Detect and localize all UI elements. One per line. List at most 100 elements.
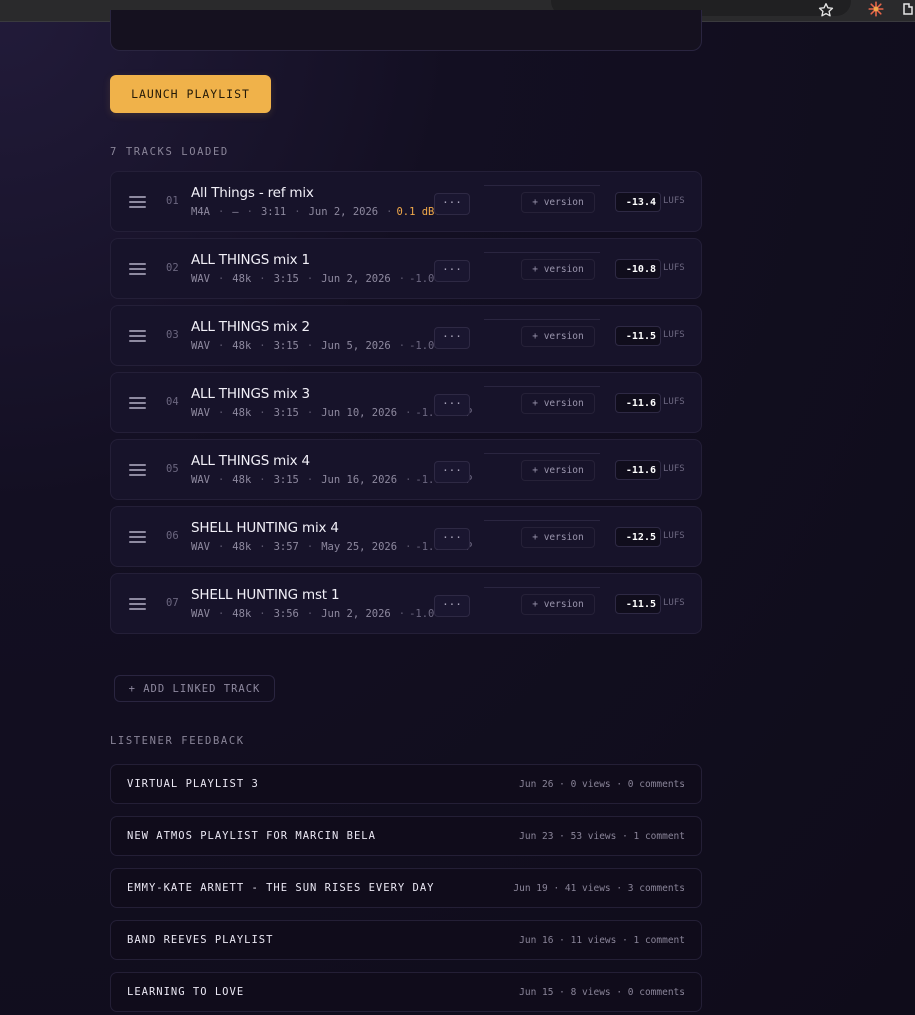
track-date: May 25, 2026: [321, 541, 398, 553]
add-version-button[interactable]: + version: [521, 259, 595, 280]
meta-separator: ·: [398, 340, 406, 352]
track-number: 07: [166, 597, 179, 609]
drag-handle-icon[interactable]: [129, 263, 146, 275]
more-options-button[interactable]: ...: [434, 260, 470, 282]
feedback-list: VIRTUAL PLAYLIST 3 Jun 26 · 0 views · 0 …: [110, 764, 702, 1015]
more-options-button[interactable]: ...: [434, 327, 470, 349]
track-format: WAV: [191, 608, 210, 620]
add-version-button[interactable]: + version: [521, 460, 595, 481]
add-version-button[interactable]: + version: [521, 594, 595, 615]
meta-separator: ·: [306, 407, 314, 419]
meta-separator: ·: [217, 608, 225, 620]
meta-separator: ·: [259, 541, 266, 553]
track-sample-rate: 48k: [232, 541, 252, 553]
track-row[interactable]: 05 ALL THINGS mix 4 WAV · 48k · 3:15 · J…: [110, 439, 702, 500]
track-number: 01: [166, 195, 179, 207]
puzzle-icon[interactable]: [900, 0, 915, 18]
track-format: WAV: [191, 474, 210, 486]
version-divider: [484, 520, 600, 521]
more-options-button[interactable]: ...: [434, 394, 470, 416]
lufs-value: -11.6: [615, 460, 661, 480]
drag-handle-icon[interactable]: [129, 330, 146, 342]
track-duration: 3:15: [273, 474, 299, 486]
feedback-row[interactable]: BAND REEVES PLAYLIST Jun 16 · 11 views ·…: [110, 920, 702, 960]
star-outline-icon[interactable]: [817, 1, 835, 19]
lufs-unit: LUFS: [663, 464, 685, 474]
add-version-button[interactable]: + version: [521, 326, 595, 347]
sunburst-icon[interactable]: [866, 0, 886, 18]
more-options-button[interactable]: ...: [434, 528, 470, 550]
drag-handle-icon[interactable]: [129, 598, 146, 610]
lufs-value: -11.5: [615, 326, 661, 346]
track-row[interactable]: 02 ALL THINGS mix 1 WAV · 48k · 3:15 · J…: [110, 238, 702, 299]
track-meta: WAV · 48k · 3:57 · May 25, 2026 · -1.0 d…: [191, 541, 472, 553]
meta-separator: ·: [217, 541, 225, 553]
feedback-row[interactable]: LEARNING TO LOVE Jun 15 · 8 views · 0 co…: [110, 972, 702, 1012]
launch-playlist-button[interactable]: LAUNCH PLAYLIST: [110, 75, 271, 113]
track-title: ALL THINGS mix 1: [191, 252, 310, 268]
track-format: WAV: [191, 273, 210, 285]
drag-handle-icon[interactable]: [129, 397, 146, 409]
meta-separator: ·: [405, 474, 412, 486]
feedback-meta: Jun 19 · 41 views · 3 comments: [513, 883, 685, 894]
track-title: SHELL HUNTING mix 4: [191, 520, 339, 536]
meta-separator: ·: [386, 206, 393, 218]
add-version-button[interactable]: + version: [521, 393, 595, 414]
track-sample-rate: 48k: [232, 474, 252, 486]
track-meta: WAV · 48k · 3:15 · Jun 2, 2026 · -1.0 dB…: [191, 273, 466, 285]
more-options-button[interactable]: ...: [434, 193, 470, 215]
track-row[interactable]: 01 All Things - ref mix M4A · — · 3:11 ·…: [110, 171, 702, 232]
meta-separator: ·: [259, 340, 266, 352]
version-divider: [484, 185, 600, 186]
feedback-row[interactable]: NEW ATMOS PLAYLIST FOR MARCIN BELA Jun 2…: [110, 816, 702, 856]
track-date: Jun 16, 2026: [321, 474, 398, 486]
drag-handle-icon[interactable]: [129, 531, 146, 543]
lufs-unit: LUFS: [663, 330, 685, 340]
feedback-row[interactable]: VIRTUAL PLAYLIST 3 Jun 26 · 0 views · 0 …: [110, 764, 702, 804]
drag-handle-icon[interactable]: [129, 196, 146, 208]
track-date: Jun 2, 2026: [308, 206, 379, 218]
meta-separator: ·: [217, 206, 225, 218]
track-date: Jun 10, 2026: [321, 407, 398, 419]
track-row[interactable]: 03 ALL THINGS mix 2 WAV · 48k · 3:15 · J…: [110, 305, 702, 366]
feedback-row[interactable]: EMMY-KATE ARNETT - THE SUN RISES EVERY D…: [110, 868, 702, 908]
meta-separator: ·: [246, 206, 253, 218]
track-number: 02: [166, 262, 179, 274]
more-options-button[interactable]: ...: [434, 461, 470, 483]
feedback-meta: Jun 26 · 0 views · 0 comments: [519, 779, 685, 790]
meta-separator: ·: [294, 206, 301, 218]
track-meta: WAV · 48k · 3:15 · Jun 5, 2026 · -1.0 dB…: [191, 340, 466, 352]
track-number: 05: [166, 463, 179, 475]
track-sample-rate: 48k: [232, 340, 252, 352]
meta-separator: ·: [217, 474, 225, 486]
add-linked-track-button[interactable]: + ADD LINKED TRACK: [114, 675, 275, 702]
add-version-button[interactable]: + version: [521, 527, 595, 548]
track-list: 01 All Things - ref mix M4A · — · 3:11 ·…: [110, 171, 702, 640]
version-divider: [484, 252, 600, 253]
feedback-meta: Jun 15 · 8 views · 0 comments: [519, 987, 685, 998]
drag-handle-icon[interactable]: [129, 464, 146, 476]
meta-separator: ·: [398, 608, 406, 620]
feedback-title: EMMY-KATE ARNETT - THE SUN RISES EVERY D…: [127, 882, 435, 894]
meta-separator: ·: [259, 273, 266, 285]
track-row[interactable]: 04 ALL THINGS mix 3 WAV · 48k · 3:15 · J…: [110, 372, 702, 433]
track-row[interactable]: 07 SHELL HUNTING mst 1 WAV · 48k · 3:56 …: [110, 573, 702, 634]
track-title: SHELL HUNTING mst 1: [191, 587, 340, 603]
feedback-title: LEARNING TO LOVE: [127, 986, 245, 998]
track-sample-rate: —: [232, 206, 239, 218]
lufs-value: -11.5: [615, 594, 661, 614]
add-version-button[interactable]: + version: [521, 192, 595, 213]
track-row[interactable]: 06 SHELL HUNTING mix 4 WAV · 48k · 3:57 …: [110, 506, 702, 567]
track-meta: M4A · — · 3:11 · Jun 2, 2026 · 0.1 dBTP …: [191, 206, 460, 218]
track-title: ALL THINGS mix 3: [191, 386, 310, 402]
lufs-unit: LUFS: [663, 598, 685, 608]
track-meta: WAV · 48k · 3:15 · Jun 10, 2026 · -1.0 d…: [191, 407, 472, 419]
feedback-meta: Jun 23 · 53 views · 1 comment: [519, 831, 685, 842]
more-options-button[interactable]: ...: [434, 595, 470, 617]
meta-separator: ·: [306, 608, 314, 620]
track-format: M4A: [191, 206, 210, 218]
tracks-loaded-label: 7 TRACKS LOADED: [110, 146, 229, 158]
listener-feedback-label: LISTENER FEEDBACK: [110, 735, 245, 747]
meta-separator: ·: [398, 273, 406, 285]
track-duration: 3:15: [273, 340, 299, 352]
